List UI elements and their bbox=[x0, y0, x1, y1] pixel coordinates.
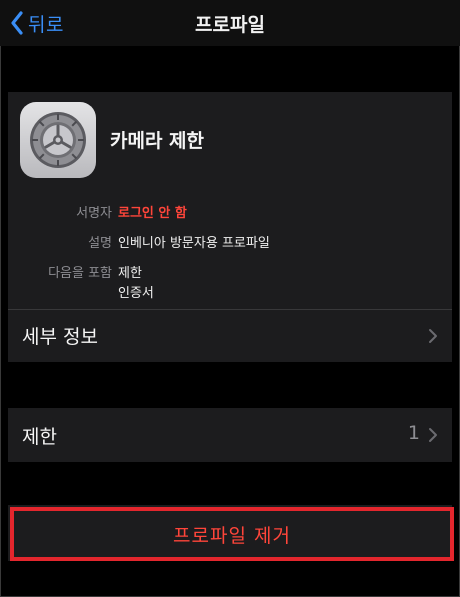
more-details-row[interactable]: 세부 정보 bbox=[8, 310, 452, 362]
remove-profile-cell: 프로파일 제거 bbox=[8, 505, 454, 561]
restrictions-count: 1 bbox=[407, 422, 420, 444]
more-details-label: 세부 정보 bbox=[22, 326, 98, 348]
contains-value-restrictions: 제한 bbox=[118, 266, 142, 281]
chevron-right-icon bbox=[428, 328, 438, 348]
navigation-bar: 뒤로 프로파일 bbox=[0, 0, 460, 46]
profile-name: 카메라 제한 bbox=[110, 130, 205, 152]
signer-label: 서명자 bbox=[76, 206, 112, 221]
page-title: 프로파일 bbox=[195, 14, 265, 36]
description-value: 인베니아 방문자용 프로파일 bbox=[118, 236, 270, 251]
remove-profile-label: 프로파일 제거 bbox=[173, 524, 291, 547]
settings-gear-icon bbox=[20, 102, 96, 178]
restrictions-label: 제한 bbox=[22, 426, 57, 448]
contains-label: 다음을 포함 bbox=[48, 266, 112, 281]
chevron-right-icon bbox=[428, 427, 438, 447]
restrictions-row[interactable]: 제한 1 bbox=[8, 408, 452, 462]
remove-profile-button[interactable]: 프로파일 제거 bbox=[10, 507, 454, 561]
description-label: 설명 bbox=[88, 236, 112, 251]
signer-value: 로그인 안 함 bbox=[118, 206, 187, 221]
profile-card: 카메라 제한 서명자 로그인 안 함 설명 인베니아 방문자용 프로파일 다음을… bbox=[8, 92, 452, 362]
contains-value-certificate: 인증서 bbox=[118, 286, 154, 301]
